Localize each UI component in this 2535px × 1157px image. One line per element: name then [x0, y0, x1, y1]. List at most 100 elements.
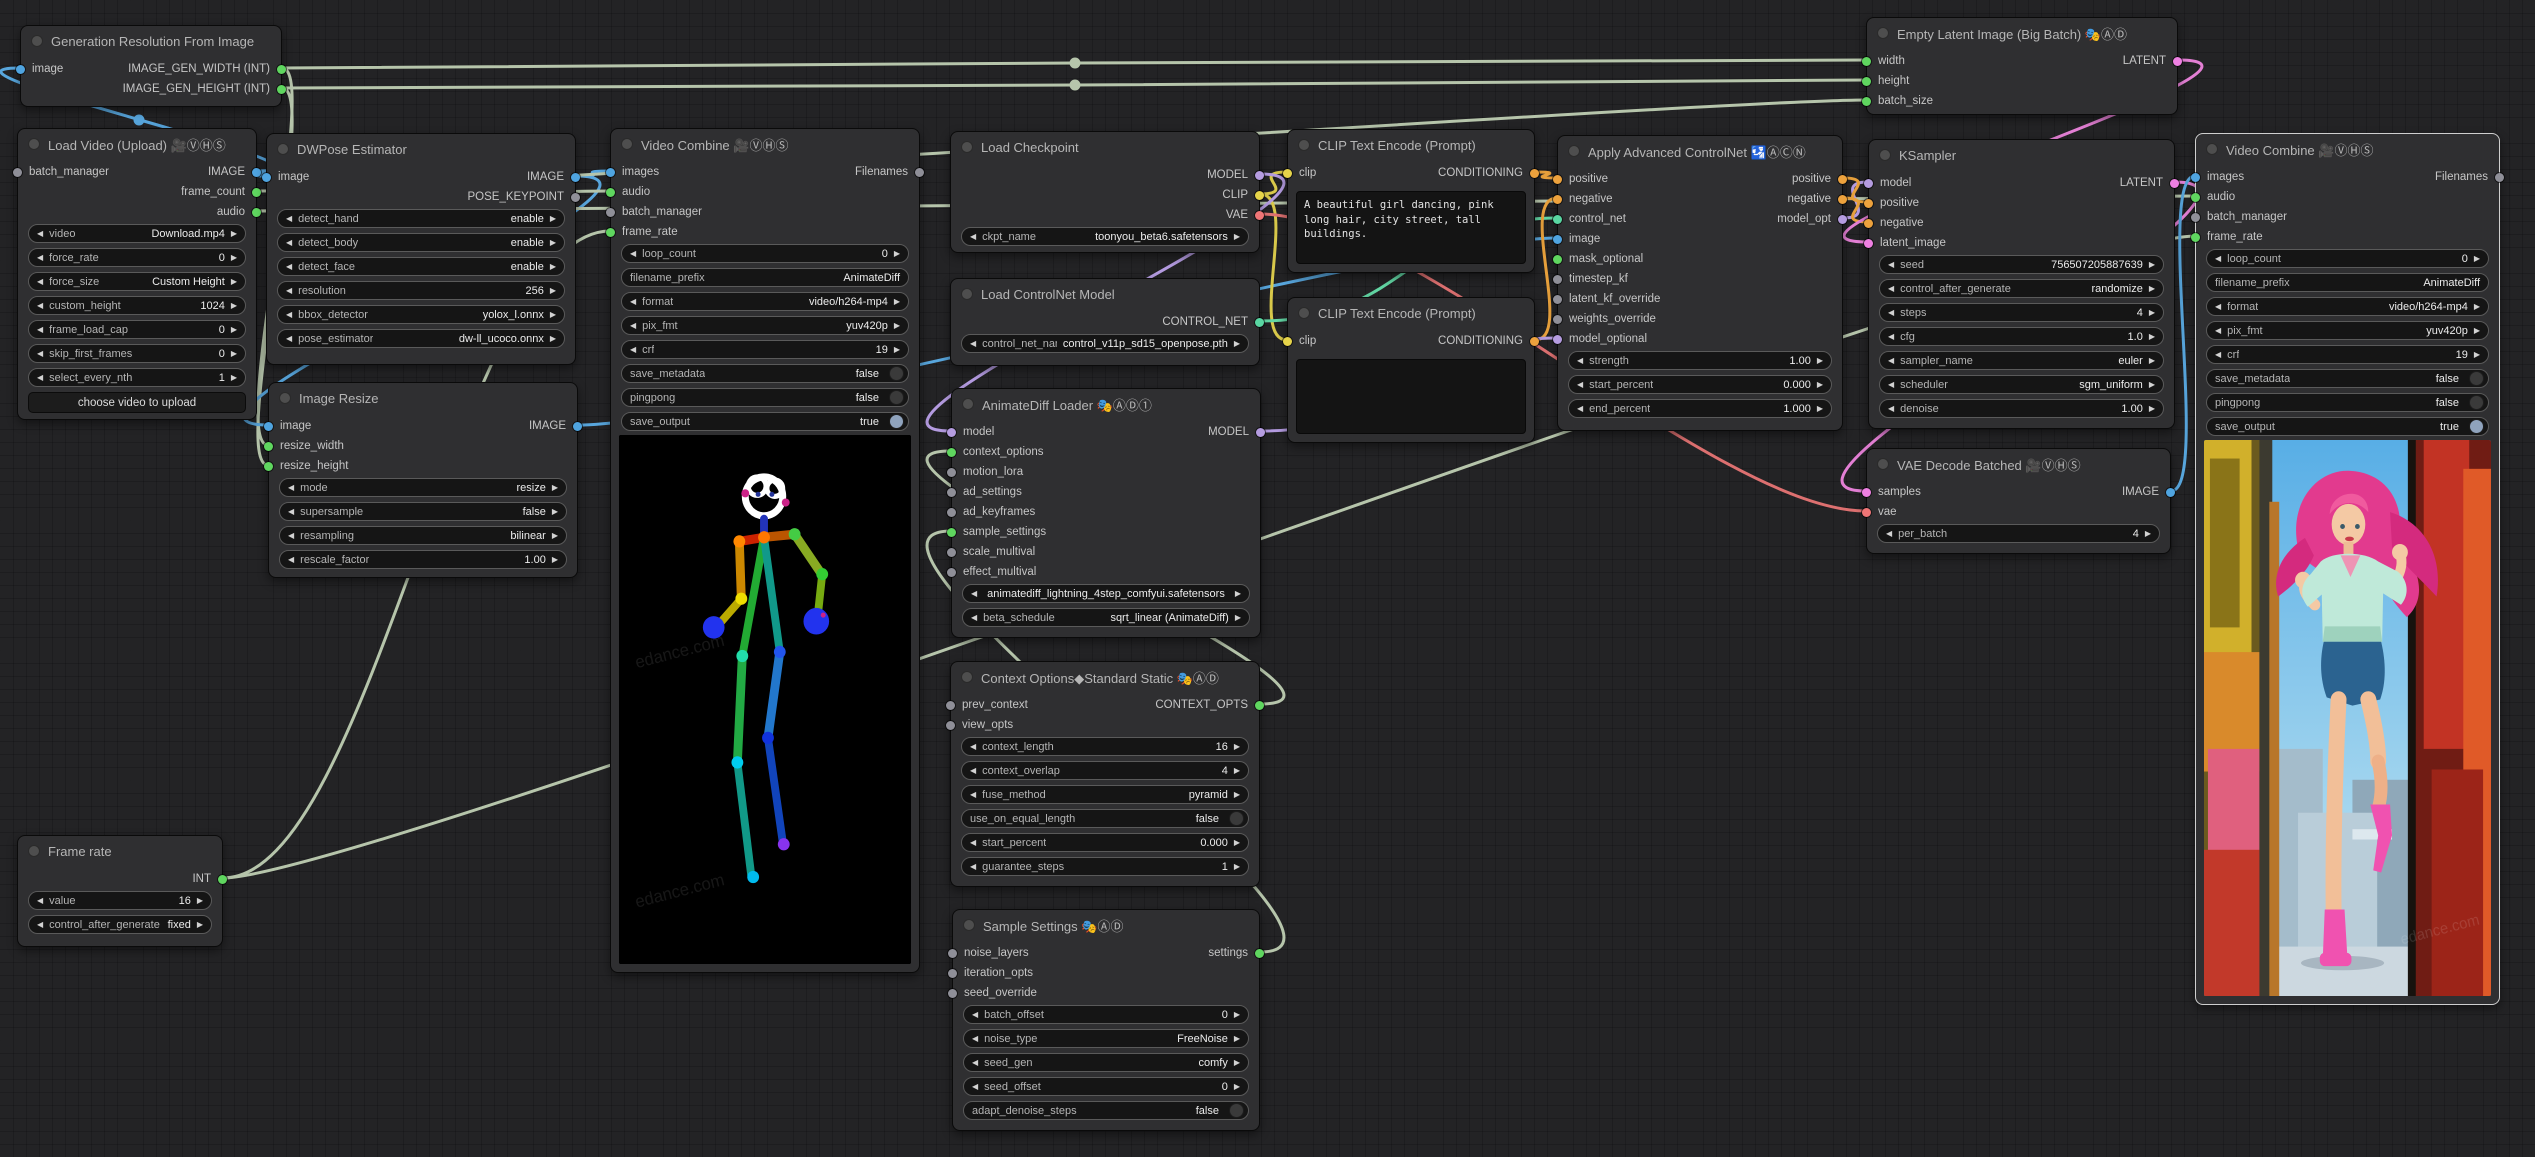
- widget-start_percent[interactable]: ◀ start_percent 0.000 ▶: [961, 833, 1249, 852]
- node-video-combine-pose[interactable]: Video Combine 🎥ⓋⒽⓈ images Filenames audio ba…: [606, 128, 924, 973]
- increment-arrow-icon[interactable]: ▶: [550, 214, 556, 223]
- increment-arrow-icon[interactable]: ▶: [550, 262, 556, 271]
- increment-arrow-icon[interactable]: ▶: [1234, 862, 1240, 871]
- node-apply-advanced-controlnet[interactable]: Apply Advanced ControlNet 🛂ⒶⒸⓃ positive po…: [1553, 135, 1847, 431]
- decrement-arrow-icon[interactable]: ◀: [2215, 350, 2221, 359]
- widget-ckpt_name[interactable]: ◀ ckpt_name toonyou_beta6.safetensors ▶: [961, 227, 1249, 246]
- increment-arrow-icon[interactable]: ▶: [2474, 326, 2480, 335]
- widget-crf[interactable]: ◀ crf 19 ▶: [2206, 345, 2489, 364]
- output-port-IMAGE_GEN_HEIGHT (INT)[interactable]: IMAGE_GEN_HEIGHT (INT): [123, 79, 286, 99]
- widget-force_rate[interactable]: ◀ force_rate 0 ▶: [28, 248, 246, 267]
- decrement-arrow-icon[interactable]: ◀: [286, 262, 292, 271]
- input-port-resize_height[interactable]: resize_height: [264, 456, 348, 476]
- increment-arrow-icon[interactable]: ▶: [550, 310, 556, 319]
- increment-arrow-icon[interactable]: ▶: [2149, 284, 2155, 293]
- decrement-arrow-icon[interactable]: ◀: [37, 301, 43, 310]
- input-port-positive[interactable]: positive: [1864, 193, 1919, 213]
- node-dwpose-estimator[interactable]: DWPose Estimator image IMAGE POSE_KEYPOINT ◀…: [262, 133, 580, 365]
- toggle-knob-icon[interactable]: [889, 414, 904, 429]
- input-port-negative[interactable]: negative: [1553, 189, 1612, 209]
- widget-custom_height[interactable]: ◀ custom_height 1024 ▶: [28, 296, 246, 315]
- output-port-Filenames[interactable]: Filenames: [2435, 167, 2504, 187]
- decrement-arrow-icon[interactable]: ◀: [37, 325, 43, 334]
- decrement-arrow-icon[interactable]: ◀: [286, 286, 292, 295]
- decrement-arrow-icon[interactable]: ◀: [970, 232, 976, 241]
- input-port-batch_size[interactable]: batch_size: [1862, 91, 1933, 111]
- output-port-negative[interactable]: negative: [1788, 189, 1847, 209]
- decrement-arrow-icon[interactable]: ◀: [971, 613, 977, 622]
- input-port-batch_manager[interactable]: batch_manager: [606, 202, 702, 222]
- input-port-resize_width[interactable]: resize_width: [264, 436, 344, 456]
- increment-arrow-icon[interactable]: ▶: [1235, 589, 1241, 598]
- output-port-CONTEXT_OPTS[interactable]: CONTEXT_OPTS: [1155, 695, 1264, 715]
- input-port-frame_rate[interactable]: frame_rate: [2191, 227, 2263, 247]
- node-empty-latent-image-big-batch[interactable]: Empty Latent Image (Big Batch) 🎭ⒶⒹ width L…: [1862, 17, 2182, 115]
- widget-scheduler[interactable]: ◀ scheduler sgm_uniform ▶: [1879, 375, 2164, 394]
- decrement-arrow-icon[interactable]: ◀: [37, 277, 43, 286]
- decrement-arrow-icon[interactable]: ◀: [37, 229, 43, 238]
- decrement-arrow-icon[interactable]: ◀: [970, 838, 976, 847]
- decrement-arrow-icon[interactable]: ◀: [37, 896, 43, 905]
- widget-save_metadata[interactable]: save_metadata false: [2206, 369, 2489, 388]
- input-port-timestep_kf[interactable]: timestep_kf: [1553, 269, 1628, 289]
- reroute-dot[interactable]: [133, 114, 145, 126]
- increment-arrow-icon[interactable]: ▶: [894, 321, 900, 330]
- node-clip-text-encode-negative[interactable]: CLIP Text Encode (Prompt) clip CONDITIONIN…: [1283, 297, 1539, 443]
- node-animatediff-loader[interactable]: AnimateDiff Loader 🎭ⒶⒹ① model MODEL context…: [947, 388, 1265, 638]
- decrement-arrow-icon[interactable]: ◀: [971, 589, 977, 598]
- increment-arrow-icon[interactable]: ▶: [550, 334, 556, 343]
- output-port-CONDITIONING[interactable]: CONDITIONING: [1438, 163, 1539, 183]
- increment-arrow-icon[interactable]: ▶: [2149, 260, 2155, 269]
- decrement-arrow-icon[interactable]: ◀: [1888, 380, 1894, 389]
- increment-arrow-icon[interactable]: ▶: [197, 896, 203, 905]
- collapse-dot[interactable]: [2206, 143, 2218, 155]
- widget-control_after_generate[interactable]: ◀ control_after_generate fixed ▶: [28, 915, 212, 934]
- widget-detect_hand[interactable]: ◀ detect_hand enable ▶: [277, 209, 565, 228]
- widget-use_on_equal_length[interactable]: use_on_equal_length false: [961, 809, 1249, 828]
- decrement-arrow-icon[interactable]: ◀: [630, 345, 636, 354]
- increment-arrow-icon[interactable]: ▶: [894, 345, 900, 354]
- widget-save_output[interactable]: save_output true: [2206, 417, 2489, 436]
- output-port-MODEL[interactable]: MODEL: [1207, 165, 1264, 185]
- collapse-dot[interactable]: [963, 919, 975, 931]
- output-port-IMAGE[interactable]: IMAGE: [529, 416, 582, 436]
- widget-rescale_factor[interactable]: ◀ rescale_factor 1.00 ▶: [279, 550, 567, 569]
- decrement-arrow-icon[interactable]: ◀: [2215, 326, 2221, 335]
- input-port-images[interactable]: images: [606, 162, 659, 182]
- widget-pingpong[interactable]: pingpong false: [621, 388, 909, 407]
- widget-beta_schedule[interactable]: ◀ beta_schedule sqrt_linear (AnimateDiff) ▶: [962, 608, 1250, 627]
- output-port-IMAGE[interactable]: IMAGE: [527, 167, 580, 187]
- toggle-knob-icon[interactable]: [2469, 371, 2484, 386]
- node-load-video-upload[interactable]: Load Video (Upload) 🎥ⓋⒽⓈ batch_manager IMA…: [13, 128, 261, 420]
- widget-per_batch[interactable]: ◀ per_batch 4 ▶: [1877, 524, 2160, 543]
- output-port-VAE[interactable]: VAE: [1226, 205, 1264, 225]
- decrement-arrow-icon[interactable]: ◀: [288, 483, 294, 492]
- input-port-batch_manager[interactable]: batch_manager: [2191, 207, 2287, 227]
- increment-arrow-icon[interactable]: ▶: [197, 920, 203, 929]
- collapse-dot[interactable]: [1877, 458, 1889, 470]
- widget-batch_offset[interactable]: ◀ batch_offset 0 ▶: [963, 1005, 1249, 1024]
- input-port-audio[interactable]: audio: [606, 182, 650, 202]
- widget-choose video to upload-button[interactable]: choose video to upload: [28, 392, 246, 413]
- decrement-arrow-icon[interactable]: ◀: [286, 334, 292, 343]
- widget-steps[interactable]: ◀ steps 4 ▶: [1879, 303, 2164, 322]
- output-port-LATENT[interactable]: LATENT: [2120, 173, 2179, 193]
- widget-end_percent[interactable]: ◀ end_percent 1.000 ▶: [1568, 399, 1832, 418]
- widget-save_metadata[interactable]: save_metadata false: [621, 364, 909, 383]
- widget-force_size[interactable]: ◀ force_size Custom Height ▶: [28, 272, 246, 291]
- decrement-arrow-icon[interactable]: ◀: [288, 531, 294, 540]
- widget-pix_fmt[interactable]: ◀ pix_fmt yuv420p ▶: [621, 316, 909, 335]
- collapse-dot[interactable]: [961, 141, 973, 153]
- increment-arrow-icon[interactable]: ▶: [2474, 350, 2480, 359]
- workflow-canvas[interactable]: Generation Resolution From Image image IMA…: [0, 0, 2535, 1157]
- input-port-latent_image[interactable]: latent_image: [1864, 233, 1946, 253]
- input-port-positive[interactable]: positive: [1553, 169, 1608, 189]
- input-port-latent_kf_override[interactable]: latent_kf_override: [1553, 289, 1660, 309]
- widget-pix_fmt[interactable]: ◀ pix_fmt yuv420p ▶: [2206, 321, 2489, 340]
- reroute-dot[interactable]: [1069, 57, 1081, 69]
- decrement-arrow-icon[interactable]: ◀: [1888, 356, 1894, 365]
- decrement-arrow-icon[interactable]: ◀: [1888, 308, 1894, 317]
- prompt-textarea[interactable]: [1296, 359, 1526, 434]
- input-port-noise_layers[interactable]: noise_layers: [948, 943, 1029, 963]
- widget-value-0[interactable]: ◀ animatediff_lightning_4step_comfyui.saf…: [962, 584, 1250, 603]
